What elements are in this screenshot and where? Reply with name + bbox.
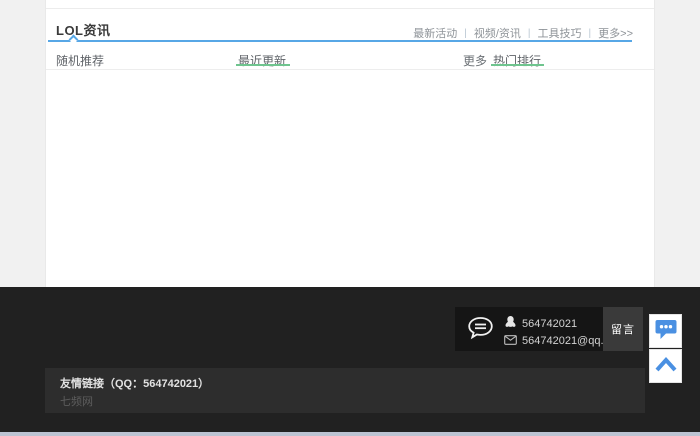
active-tab-underline: [236, 64, 290, 66]
section-title: LOL资讯: [56, 20, 111, 39]
nav-separator: |: [462, 28, 469, 39]
nav-link-latest-activity[interactable]: 最新活动: [413, 25, 457, 41]
qq-penguin-icon: [505, 315, 516, 333]
tab-random-recommend[interactable]: 随机推荐: [56, 52, 104, 69]
section-nav: 最新活动 | 视频/资讯 | 工具技巧 | 更多>>: [413, 25, 633, 41]
tabs-bottom-divider: [46, 69, 654, 70]
nav-link-tool-tips[interactable]: 工具技巧: [538, 25, 582, 41]
envelope-icon: [504, 332, 517, 350]
tab-hot-ranking[interactable]: 热门排行: [493, 52, 541, 69]
chat-widget-button[interactable]: [649, 314, 682, 348]
section-title-underline: [48, 40, 632, 42]
chevron-up-icon: [654, 356, 678, 377]
back-to-top-button[interactable]: [649, 349, 682, 383]
footer: 本站部分内容收集于互联网，如果有侵权内容、不妥之处，请联系我们删除。敬请谅解！ …: [0, 287, 700, 432]
page: LOL资讯 最新活动 | 视频/资讯 | 工具技巧 | 更多>> 随机推荐 最近…: [0, 0, 700, 436]
contact-qq-row: 564742021: [505, 315, 577, 333]
chat-dots-icon: [654, 318, 678, 345]
tab-recent-update[interactable]: 最近更新: [238, 52, 286, 69]
more-link[interactable]: 更多: [463, 52, 487, 69]
friend-links-title: 友情链接（QQ：564742021）: [60, 375, 209, 391]
friend-links-panel: 友情链接（QQ：564742021） 七频网: [45, 368, 645, 413]
active-tab-underline: [491, 64, 544, 66]
nav-separator: |: [587, 28, 594, 39]
bottom-strip: [0, 432, 700, 436]
nav-link-video-news[interactable]: 视频/资讯: [474, 25, 521, 41]
contact-qq-number: 564742021: [522, 318, 577, 330]
contact-box: 564742021 564742021@qq.com: [455, 307, 603, 351]
comment-bubble-icon: [467, 316, 494, 346]
section-top-divider: [46, 8, 654, 9]
friend-link-item[interactable]: 七频网: [60, 393, 93, 409]
message-button[interactable]: 留言: [603, 307, 643, 351]
content-panel: LOL资讯 最新活动 | 视频/资讯 | 工具技巧 | 更多>> 随机推荐 最近…: [45, 0, 655, 287]
nav-link-more[interactable]: 更多>>: [598, 25, 633, 41]
nav-separator: |: [526, 28, 533, 39]
